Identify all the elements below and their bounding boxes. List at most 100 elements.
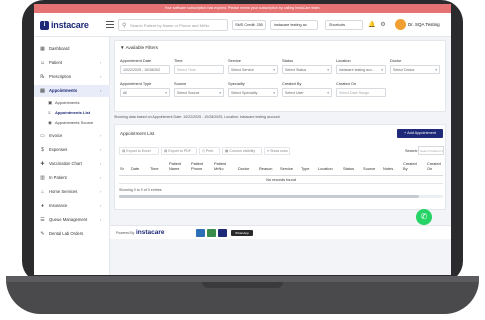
insurance-icon: ♦ [41,203,44,209]
scrollbar-thumb[interactable] [119,195,419,198]
table-search-input[interactable]: Search Patient Name, Ph... [418,146,444,155]
settings-gear-icon[interactable]: ⚙ [379,21,387,29]
menu-toggle-icon[interactable] [106,21,114,28]
sidebar-item-dental-lab-orders[interactable]: ✎ Dental Lab Orders [34,228,110,240]
search-placeholder: Search Patient by Name or Phone and MrNo [130,23,210,28]
dental-icon: ✎ [40,231,45,237]
table-header-divider [119,175,443,176]
chevron-right-icon: › [100,147,102,152]
sidebar-subitem-label: Appointments Source [55,120,94,125]
table-search-label: Search: [405,149,419,153]
chevron-right-icon: › [100,203,102,208]
chevron-down-icon: ▾ [435,68,437,72]
chevron-right-icon: › [100,175,102,180]
sidebar-item-label: In Patient [49,175,67,180]
print-button[interactable]: ⎙ Print [199,147,220,155]
calendar-icon: ▣ [48,100,53,105]
doctor-label: Doctor [390,58,402,63]
user-name[interactable]: Dr. SQA Testing [408,20,440,30]
queue-icon: ☰ [40,217,45,223]
created-by-label: Created By [282,81,302,86]
column-header-reason[interactable]: Reason [259,166,272,172]
column-visibility-button[interactable]: ▦ Column visibility [222,147,262,155]
column-header-patient-name[interactable]: Patient Name [169,161,189,171]
column-header-type[interactable]: Type [301,166,309,172]
chevron-down-icon: ▾ [165,91,167,95]
time-field[interactable]: Select Time [174,65,224,74]
sidebar-item-in-patient[interactable]: ▥ In Patient › [34,172,110,184]
sidebar-item-expenses[interactable]: $ Expenses › [34,144,110,156]
column-header-source[interactable]: Source [363,166,375,172]
sidebar-item-label: Home Services [49,189,78,194]
sidebar-item-prescription[interactable]: ℞ Prescription › [34,71,110,83]
table-horizontal-scrollbar[interactable] [119,195,443,198]
subscription-banner: Your software subscription has expired. … [34,4,451,13]
sidebar-item-vaccination-chart[interactable]: ✚ Vaccination Chart › [34,158,110,170]
add-appointment-button[interactable]: + Add Appointment [397,129,443,138]
sidebar-item-dashboard[interactable]: ▦ Dashboard [34,43,110,55]
source-select[interactable]: Select Source ▾ [174,88,224,97]
column-header-time[interactable]: Time [150,166,159,172]
appointment-type-select[interactable]: All ▾ [120,88,170,97]
patient-search-input[interactable]: ⚲ Search Patient by Name or Phone and Mr… [118,19,228,31]
appointment-list-card: Appointment List + Add Appointment ▤ Exp… [114,124,446,210]
export-pdf-button[interactable]: ▤ Export to PDF [161,147,197,155]
column-header-notes[interactable]: Notes [383,166,393,172]
sidebar: ▦ Dashboard ☺ Patient › ℞ Prescription ›… [34,37,110,275]
chevron-right-icon: › [100,88,102,93]
doctor-select[interactable]: Select Doctor ▾ [390,65,440,74]
column-header-created-by[interactable]: Created By [403,161,419,171]
dashboard-icon: ▦ [40,46,45,52]
column-header-date[interactable]: Date [131,166,139,172]
sidebar-subitem-appointments-list[interactable]: ≡ Appointments List [34,108,110,118]
sidebar-item-queue-management[interactable]: ☰ Queue Management › [34,214,110,226]
sidebar-subitem-appointments[interactable]: ▣ Appointments [34,98,110,108]
search-icon: ⚲ [122,23,127,29]
sidebar-subitem-appointments-source[interactable]: ◉ Appointments Source [34,118,110,128]
home-services-icon: ⌂ [40,189,45,195]
location-filter-select[interactable]: instacare testing acc... ▾ [336,65,386,74]
sidebar-item-invoice[interactable]: ▭ Invoice › [34,130,110,142]
column-header-doctor[interactable]: Doctor [238,166,249,172]
column-header-patient-mrno[interactable]: Patient MrNo [214,161,234,171]
show-rows-button[interactable]: ≡ Show rows [264,147,290,155]
column-header-patient-phone[interactable]: Patient Phone [191,161,211,171]
export-excel-button[interactable]: ▤ Export to Excel [119,147,159,155]
user-avatar[interactable] [395,19,406,30]
chevron-right-icon: › [100,189,102,194]
sidebar-item-insurance[interactable]: ♦ Insurance › [34,200,110,212]
status-select[interactable]: Select Status ▾ [282,65,332,74]
column-header-sr[interactable]: Sr [120,166,124,172]
created-on-field[interactable]: Select Date Range [336,88,386,97]
chevron-down-icon: ▾ [219,91,221,95]
appointment-date-field[interactable]: 10/22/2025 - 10/28/202 [120,65,170,74]
column-header-service[interactable]: Service [280,166,293,172]
app-logo[interactable]: i instacare [40,19,89,31]
sidebar-item-label: Appointments [49,88,78,93]
chevron-down-icon: ▾ [381,68,383,72]
entries-count-text: Showing 0 to 0 of 0 entries [119,188,162,192]
column-header-status[interactable]: Status [343,166,354,172]
chevron-right-icon: › [100,60,102,65]
whatsapp-chat-button[interactable]: ✆ [416,209,432,225]
footer: Powered By instacare WhatsApp [110,225,451,239]
created-by-select[interactable]: Select User ▾ [282,88,332,97]
sidebar-item-patient[interactable]: ☺ Patient › [34,57,110,69]
speciality-label: Speciality [228,81,245,86]
sidebar-item-appointments[interactable]: ▤ Appointments › [34,85,110,97]
location-select[interactable]: instacare testing ac [270,20,318,30]
certification-badge-icon [218,229,227,237]
sidebar-item-home-services[interactable]: ⌂ Home Services › [34,186,110,198]
sidebar-item-label: Patient [49,60,63,65]
service-select[interactable]: Select Service ▾ [228,65,278,74]
location-label: Location [336,58,351,63]
shortcuts-dropdown[interactable]: Shortcuts [325,20,363,30]
source-icon: ◉ [48,120,52,125]
column-header-location[interactable]: Location [318,166,333,172]
appointments-icon: ▤ [40,88,45,94]
speciality-select[interactable]: Select Speciality ▾ [228,88,278,97]
notification-bell-icon[interactable]: 🔔 [368,21,376,29]
app-screen: Your software subscription has expired. … [34,4,451,275]
column-header-created-on[interactable]: Created On [427,161,443,171]
source-label: Source [174,81,187,86]
